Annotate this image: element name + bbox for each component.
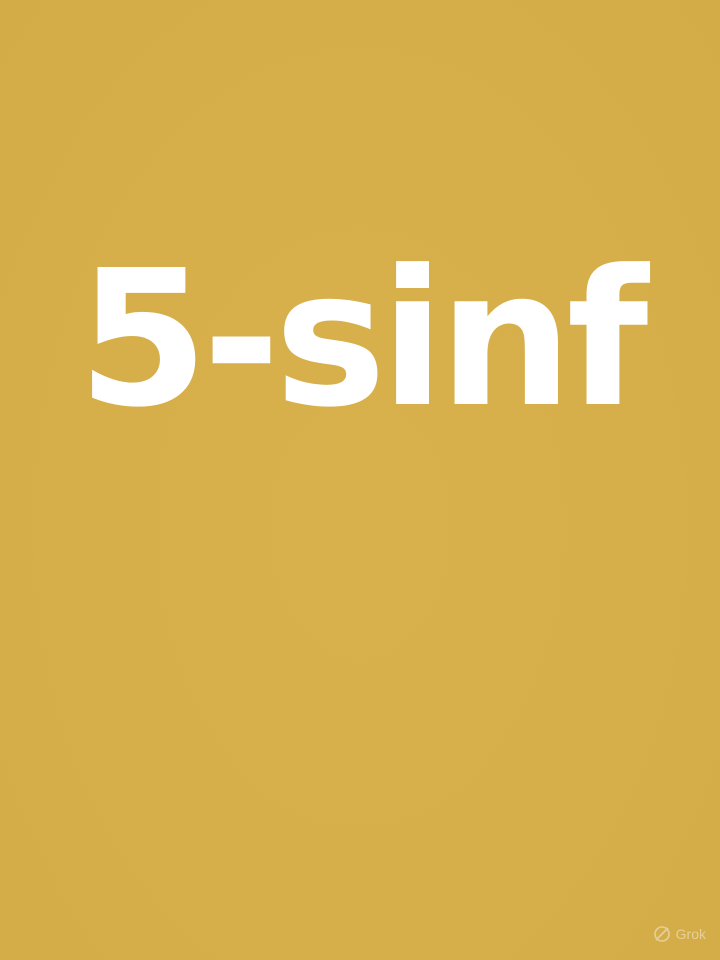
slide-background: 5-sinf Grok — [0, 0, 720, 960]
grade-title: 5-sinf — [77, 230, 649, 449]
grok-logo-icon — [653, 926, 670, 942]
watermark-label: Grok — [675, 926, 706, 942]
watermark: Grok — [653, 922, 706, 946]
